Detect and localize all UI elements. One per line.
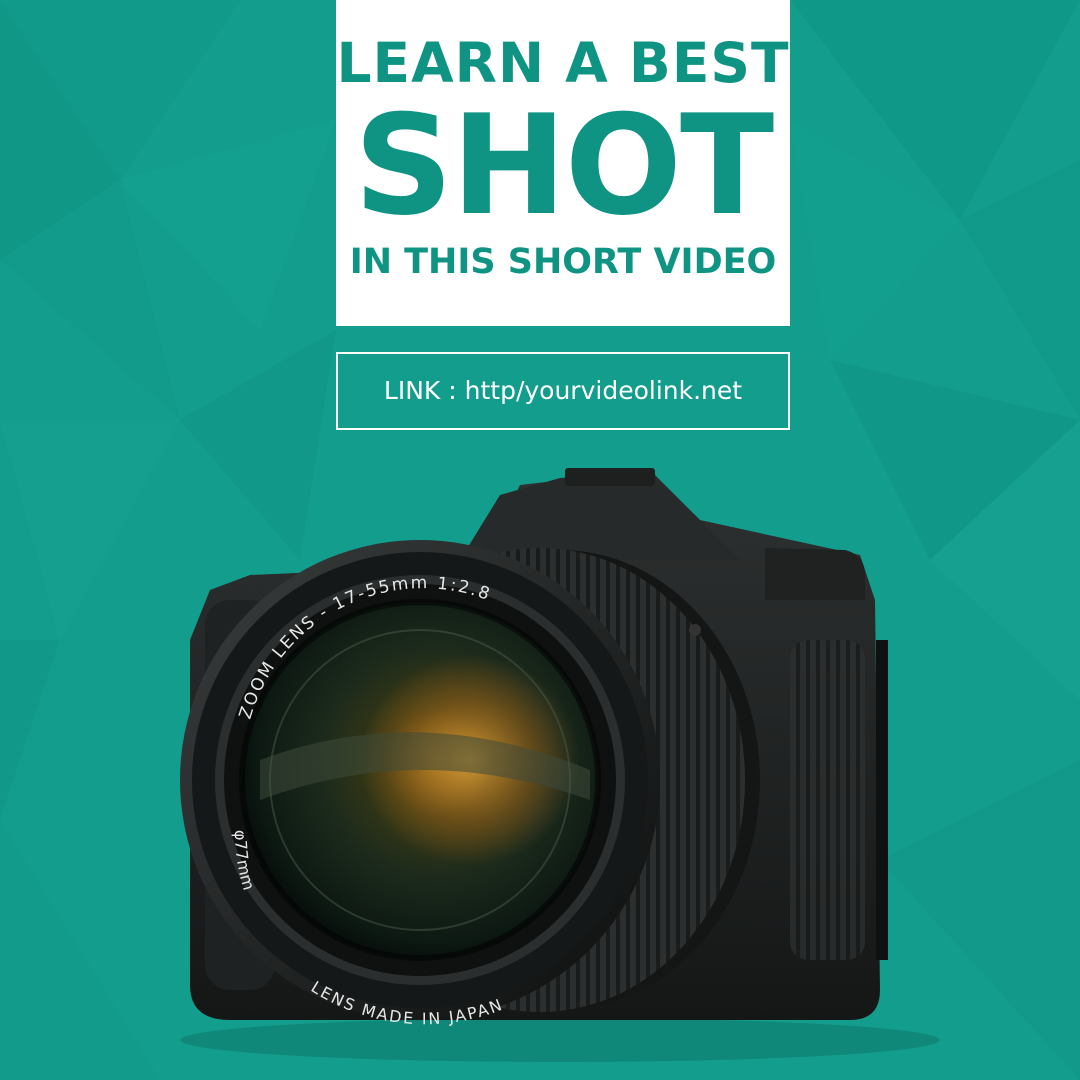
camera-image: ZOOM LENS - 17-55mm 1:2.8 φ77mm LENS MAD… bbox=[180, 468, 940, 1062]
